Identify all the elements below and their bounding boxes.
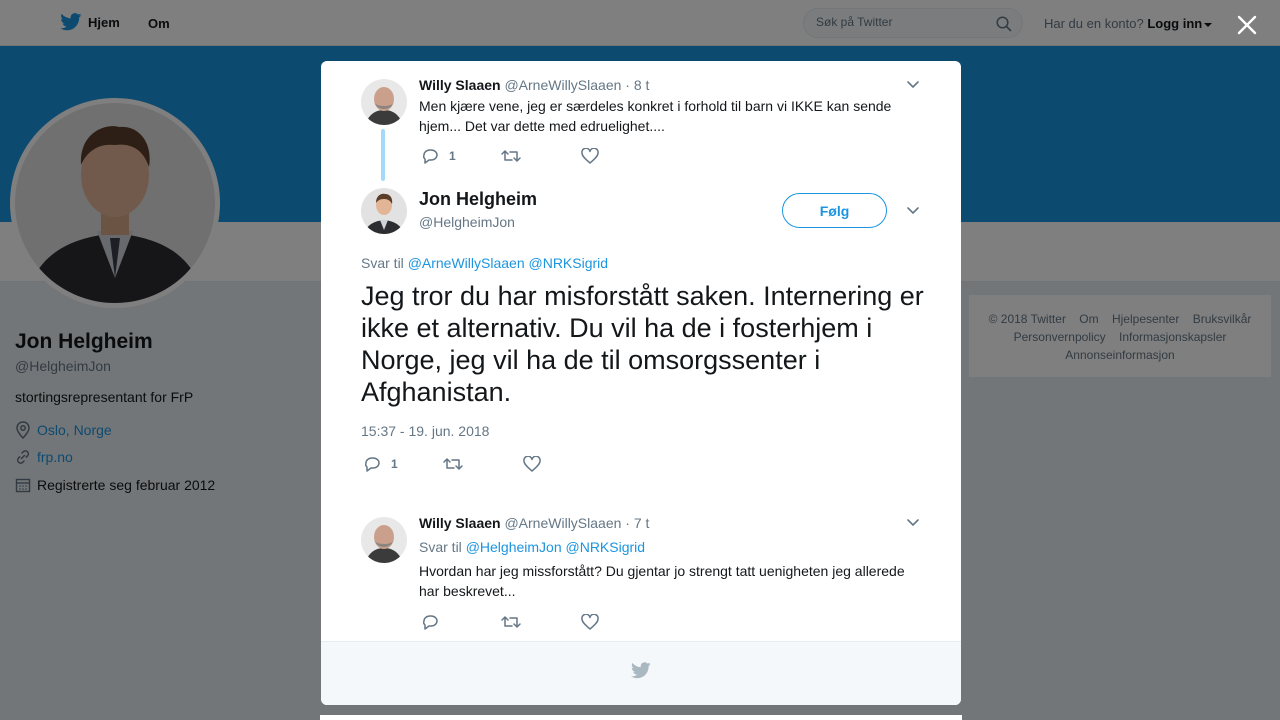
willy-avatar-photo xyxy=(361,79,407,125)
heart-icon xyxy=(523,456,541,472)
author-name[interactable]: Willy Slaaen xyxy=(419,515,501,531)
author-handle[interactable]: @HelgheimJon xyxy=(419,214,515,230)
author-handle[interactable]: @ArneWillySlaaen xyxy=(504,77,621,93)
parent-tweet-header: Willy Slaaen @ArneWillySlaaen · 8 t xyxy=(419,77,649,93)
mention-link[interactable]: @NRKSigrid xyxy=(529,255,609,271)
reply-tweet-header: Willy Slaaen @ArneWillySlaaen · 7 t xyxy=(419,515,649,531)
avatar[interactable] xyxy=(361,517,407,563)
mention-link[interactable]: @HelgheimJon xyxy=(466,539,562,555)
reply-prefix: Svar til xyxy=(361,255,404,271)
retweet-button[interactable] xyxy=(501,614,581,630)
author-handle[interactable]: @ArneWillySlaaen xyxy=(504,515,621,531)
chevron-down-icon[interactable] xyxy=(906,518,920,528)
willy-avatar-photo xyxy=(361,517,407,563)
reply-count: 1 xyxy=(391,457,398,471)
reply-button[interactable] xyxy=(421,613,501,631)
reply-prefix: Svar til xyxy=(419,539,462,555)
like-button[interactable] xyxy=(523,456,541,472)
tweet-actions xyxy=(421,613,599,631)
next-modal-edge xyxy=(320,715,962,720)
retweet-icon xyxy=(501,616,521,628)
reply-to-line: Svar til @HelgheimJon @NRKSigrid xyxy=(419,539,645,555)
author-name[interactable]: Jon Helgheim xyxy=(419,189,537,210)
reply-to-line: Svar til @ArneWillySlaaen @NRKSigrid xyxy=(361,255,608,271)
reply-icon xyxy=(422,615,438,630)
chevron-down-icon[interactable] xyxy=(906,80,920,90)
tweet-time[interactable]: · 7 t xyxy=(625,515,649,531)
heart-icon xyxy=(581,614,599,630)
reply-count: 1 xyxy=(449,149,456,163)
tweet-actions: 1 xyxy=(363,455,541,473)
mention-link[interactable]: @ArneWillySlaaen xyxy=(408,255,525,271)
retweet-icon xyxy=(501,150,521,162)
tweet-modal: Willy Slaaen @ArneWillySlaaen · 8 t Men … xyxy=(321,61,961,705)
chevron-down-icon[interactable] xyxy=(906,206,920,216)
retweet-icon xyxy=(443,458,463,470)
heart-icon xyxy=(581,148,599,164)
like-button[interactable] xyxy=(581,614,599,630)
main-tweet-text: Jeg tror du har misforstått saken. Inter… xyxy=(361,281,924,407)
tweet-time[interactable]: · 8 t xyxy=(625,77,649,93)
reply-icon xyxy=(422,149,438,164)
tweet-text: Hvordan har jeg missforstått? Du gjentar… xyxy=(419,563,905,599)
retweet-button[interactable] xyxy=(443,456,523,472)
reply-button[interactable]: 1 xyxy=(363,455,443,473)
avatar[interactable] xyxy=(361,188,407,234)
follow-button[interactable]: Følg xyxy=(782,193,887,228)
avatar[interactable] xyxy=(361,79,407,125)
twitter-bird-icon xyxy=(631,662,651,679)
reply-button[interactable]: 1 xyxy=(421,147,501,165)
author-name[interactable]: Willy Slaaen xyxy=(419,77,501,93)
tweet-timestamp[interactable]: 15:37 - 19. jun. 2018 xyxy=(361,423,489,439)
modal-footer xyxy=(321,641,961,705)
mention-link[interactable]: @NRKSigrid xyxy=(566,539,646,555)
reply-icon xyxy=(364,457,380,472)
close-icon[interactable] xyxy=(1236,14,1258,36)
jon-avatar-photo xyxy=(361,188,407,234)
retweet-button[interactable] xyxy=(501,148,581,164)
thread-connector xyxy=(381,129,385,181)
tweet-text: Men kjære vene, jeg er særdeles konkret … xyxy=(419,98,892,134)
like-button[interactable] xyxy=(581,148,599,164)
tweet-actions: 1 xyxy=(421,147,599,165)
